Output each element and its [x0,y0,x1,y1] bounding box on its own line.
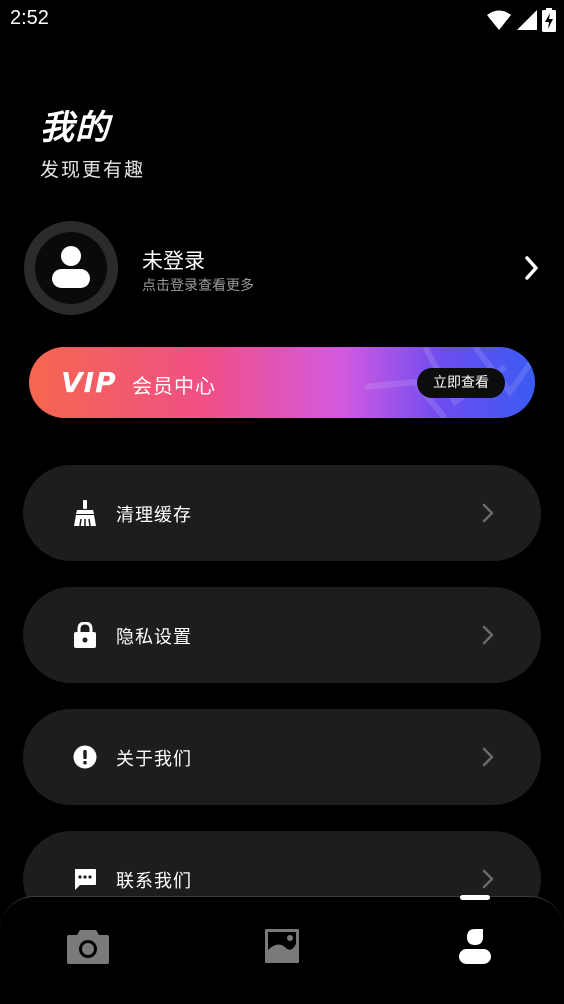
active-tab-indicator [460,895,490,900]
gallery-icon [264,928,300,968]
nav-tab-camera[interactable] [58,923,118,973]
chevron-right-icon [481,502,495,528]
menu-item-privacy-settings[interactable]: 隐私设置 [23,587,541,683]
nav-tab-profile[interactable] [445,923,505,973]
status-bar: 2:52 [0,0,564,38]
vip-view-button[interactable]: 立即查看 [417,368,505,398]
chevron-right-icon [481,746,495,772]
status-icons [486,8,556,36]
message-icon [71,865,99,893]
chevron-right-icon[interactable] [524,255,540,285]
menu-item-label: 关于我们 [116,749,192,770]
vip-logo: VIP [61,366,117,399]
profile-name: 未登录 [142,249,205,273]
page-title: 我的 [40,108,110,148]
menu-item-label: 隐私设置 [116,627,192,648]
menu-item-clear-cache[interactable]: 清理缓存 [23,465,541,561]
avatar[interactable] [24,221,118,315]
vip-title: 会员中心 [132,374,216,398]
camera-icon [67,928,109,968]
wifi-icon [486,9,512,35]
avatar-inner [35,232,107,304]
chevron-right-icon [481,868,495,894]
status-time: 2:52 [10,7,49,29]
bottom-nav [0,896,564,1004]
lock-icon [71,621,99,649]
menu-item-about-us[interactable]: 关于我们 [23,709,541,805]
battery-charging-icon [542,8,556,36]
page-subtitle: 发现更有趣 [40,159,146,181]
info-icon [71,743,99,771]
vip-banner[interactable]: VIP 会员中心 立即查看 [29,347,535,418]
profile-card[interactable]: 未登录 点击登录查看更多 [24,221,540,315]
chevron-right-icon [481,624,495,650]
menu-item-label: 清理缓存 [116,505,192,526]
menu-item-label: 联系我们 [116,871,192,892]
nav-tab-gallery[interactable] [252,923,312,973]
profile-icon [458,928,492,968]
profile-description: 点击登录查看更多 [142,278,254,294]
user-icon [51,244,91,292]
signal-icon [516,9,538,35]
broom-icon [71,499,99,527]
